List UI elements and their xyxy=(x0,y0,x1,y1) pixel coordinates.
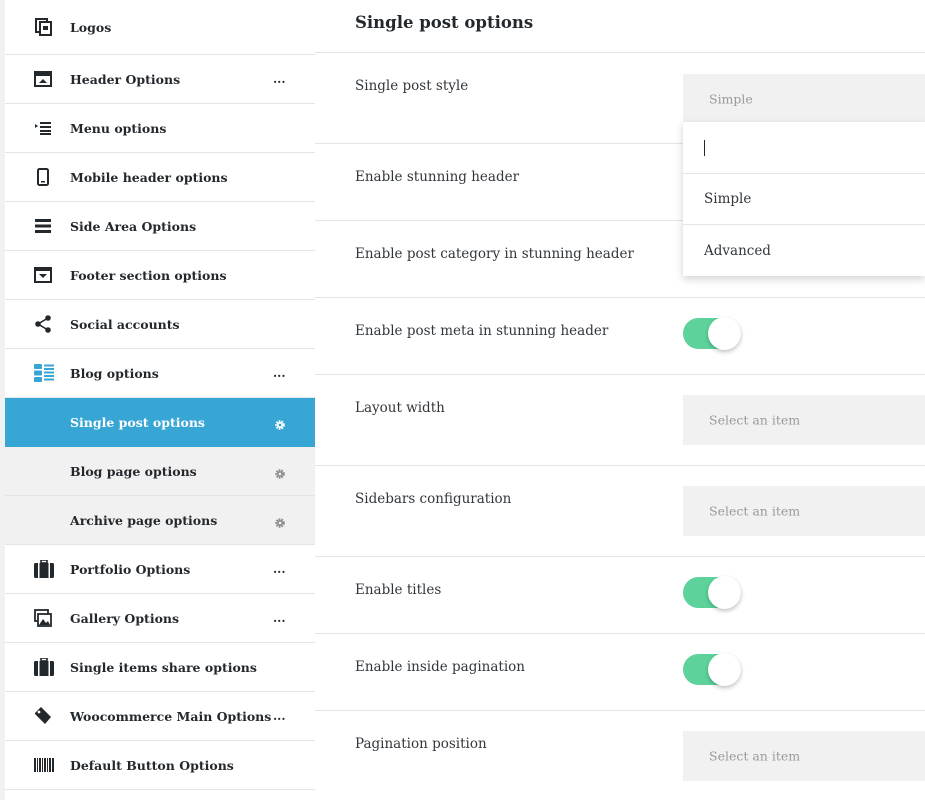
sidebar-item-label: Default Button Options xyxy=(70,757,234,773)
blog-icon xyxy=(34,364,54,382)
sidebars-configuration-select[interactable]: Select an item xyxy=(683,486,925,536)
row-label: Enable titles xyxy=(355,582,442,598)
sidebar-item-footer-section-options[interactable]: Footer section options xyxy=(5,251,315,300)
gallery-icon xyxy=(34,609,52,627)
more-icon[interactable]: ... xyxy=(273,710,286,722)
toggle-knob xyxy=(708,576,741,609)
row-label: Single post style xyxy=(355,78,469,94)
tag-icon xyxy=(34,707,52,725)
sidebar-item-menu-options[interactable]: Menu options xyxy=(5,104,315,153)
logos-icon xyxy=(34,18,52,36)
barcode-icon xyxy=(34,756,54,774)
briefcase-icon xyxy=(34,560,54,578)
sidebar-item-label: Social accounts xyxy=(70,316,180,332)
row-label: Layout width xyxy=(355,400,445,416)
sidebar-item-blog-options[interactable]: Blog options ... xyxy=(5,349,315,398)
sidebar-item-social-accounts[interactable]: Social accounts xyxy=(5,300,315,349)
row-post-meta: Enable post meta in stunning header xyxy=(315,298,925,375)
sidebar-item-label: Menu options xyxy=(70,120,167,136)
dropdown-option-advanced[interactable]: Advanced xyxy=(683,225,925,276)
row-titles: Enable titles xyxy=(315,557,925,634)
row-label: Sidebars configuration xyxy=(355,491,512,507)
pagination-position-select[interactable]: Select an item xyxy=(683,731,925,781)
sidebar-item-label: Header Options xyxy=(70,71,181,87)
sidebar-item-label: Single items share options xyxy=(70,659,257,675)
select-placeholder: Select an item xyxy=(709,748,801,764)
sidebar-item-blog-page-options[interactable]: Blog page options xyxy=(5,447,315,496)
sidebar-item-single-post-options[interactable]: Single post options xyxy=(5,398,315,447)
single-post-style-select[interactable]: Simple xyxy=(683,74,925,124)
sidebar-item-label: Portfolio Options xyxy=(70,561,191,577)
sidebar-item-single-items-share-options[interactable]: Single items share options xyxy=(5,643,315,692)
sidebar-item-label: Blog page options xyxy=(70,463,197,479)
side-area-icon xyxy=(34,217,52,235)
mobile-icon xyxy=(34,168,52,186)
sidebar-item-woocommerce-main-options[interactable]: Woocommerce Main Options ... xyxy=(5,692,315,741)
row-label: Enable post category in stunning header xyxy=(355,246,634,262)
toggle-knob xyxy=(708,317,741,350)
option-label: Simple xyxy=(704,191,752,207)
dropdown-option-simple[interactable]: Simple xyxy=(683,174,925,225)
titles-toggle[interactable] xyxy=(683,576,741,609)
sidebar-item-default-button-options[interactable]: Default Button Options xyxy=(5,741,315,790)
sidebar-item-label: Woocommerce Main Options xyxy=(70,708,272,724)
sidebar-item-logos[interactable]: Logos xyxy=(5,0,315,55)
row-inside-pagination: Enable inside pagination xyxy=(315,634,925,711)
row-label: Pagination position xyxy=(355,736,487,752)
sidebar-item-archive-page-options[interactable]: Archive page options xyxy=(5,496,315,545)
gear-icon[interactable] xyxy=(274,514,286,528)
select-placeholder: Select an item xyxy=(709,503,801,519)
menu-icon xyxy=(34,119,52,137)
row-layout-width: Layout width Select an item xyxy=(315,375,925,466)
options-panel: Single post options Single post style Si… xyxy=(315,0,925,800)
sidebar-item-label: Logos xyxy=(70,19,112,35)
sidebar-item-header-options[interactable]: Header Options ... xyxy=(5,55,315,104)
more-icon[interactable]: ... xyxy=(273,73,286,85)
sidebar-item-label: Single post options xyxy=(70,414,205,430)
row-pagination-position: Pagination position Select an item xyxy=(315,711,925,800)
more-icon[interactable]: ... xyxy=(273,612,286,624)
more-icon[interactable]: ... xyxy=(273,367,286,379)
sidebar-item-label: Blog options xyxy=(70,365,159,381)
sidebar-item-gallery-options[interactable]: Gallery Options ... xyxy=(5,594,315,643)
dropdown-search-input[interactable] xyxy=(683,122,925,174)
toggle-knob xyxy=(708,653,741,686)
sidebar-item-side-area-options[interactable]: Side Area Options xyxy=(5,202,315,251)
text-cursor xyxy=(704,140,705,156)
layout-width-select[interactable]: Select an item xyxy=(683,395,925,445)
row-label: Enable inside pagination xyxy=(355,659,525,675)
select-placeholder: Select an item xyxy=(709,412,801,428)
sidebar-item-label: Gallery Options xyxy=(70,610,180,626)
select-value: Simple xyxy=(709,91,753,107)
row-label: Enable stunning header xyxy=(355,169,520,185)
gear-icon[interactable] xyxy=(274,465,286,479)
briefcase-icon xyxy=(34,658,54,676)
post-meta-toggle[interactable] xyxy=(683,317,741,350)
more-icon[interactable]: ... xyxy=(273,563,286,575)
sidebar-item-label: Footer section options xyxy=(70,267,227,283)
sidebar-item-portfolio-options[interactable]: Portfolio Options ... xyxy=(5,545,315,594)
sidebar-item-mobile-header-options[interactable]: Mobile header options xyxy=(5,153,315,202)
inside-pagination-toggle[interactable] xyxy=(683,653,741,686)
page-title: Single post options xyxy=(355,13,534,32)
header-icon xyxy=(34,70,52,88)
gear-icon[interactable] xyxy=(274,416,286,430)
section-header: Single post options xyxy=(315,0,925,53)
row-label: Enable post meta in stunning header xyxy=(355,323,609,339)
footer-icon xyxy=(34,266,52,284)
share-icon xyxy=(34,315,52,333)
row-sidebars-configuration: Sidebars configuration Select an item xyxy=(315,466,925,557)
sidebar-item-label: Side Area Options xyxy=(70,218,197,234)
options-sidebar: Logos Header Options ... Menu options Mo… xyxy=(5,0,315,800)
option-label: Advanced xyxy=(704,242,771,259)
sidebar-item-label: Archive page options xyxy=(70,512,218,528)
sidebar-item-label: Mobile header options xyxy=(70,169,228,185)
single-post-style-dropdown: Simple Advanced xyxy=(683,122,925,276)
